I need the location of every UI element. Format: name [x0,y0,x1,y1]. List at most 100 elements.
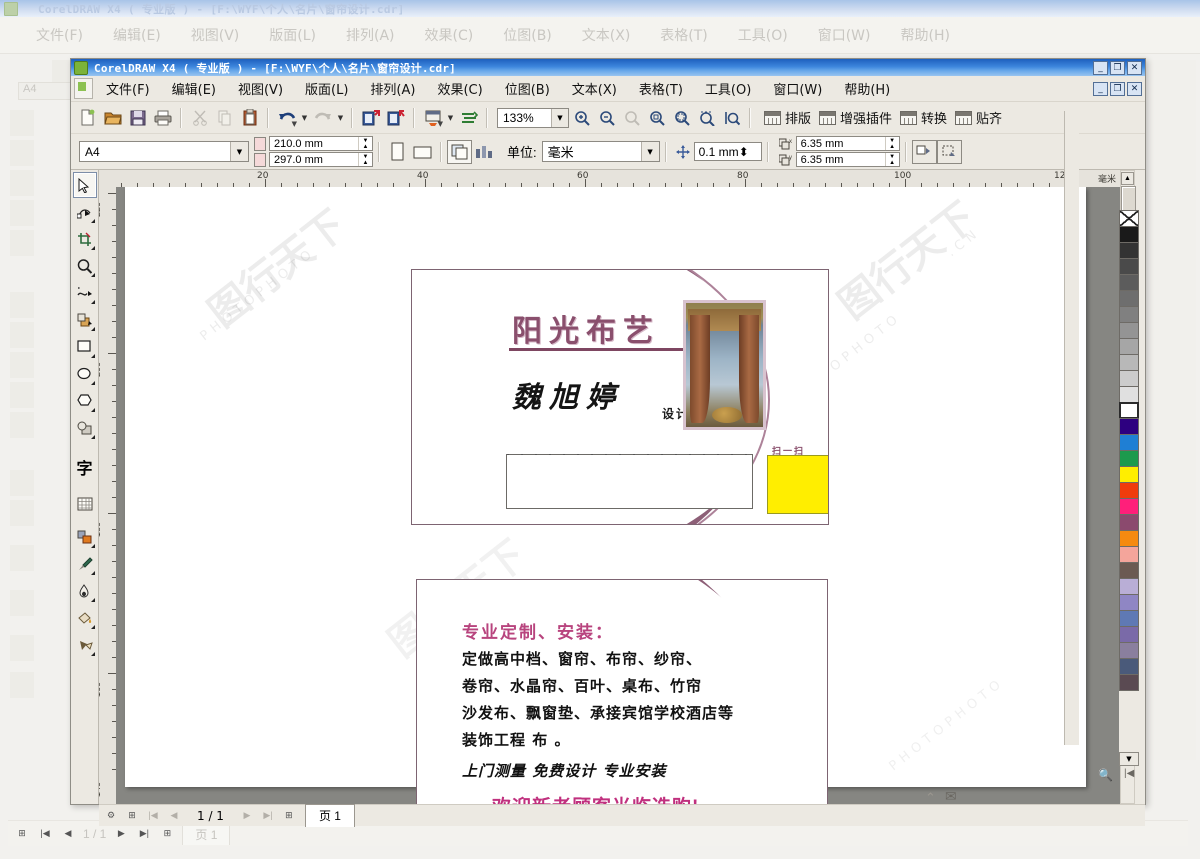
plugin-convert-button[interactable]: 转换 [900,108,947,127]
bleed-x-spinner[interactable]: ▼ ▲ [884,137,899,150]
palette-swatch-yellow[interactable] [1119,466,1139,483]
business-card-back[interactable]: 专业定制、安装： 定做高中档、窗帘、布帘、纱帘、 卷帘、水晶帘、百叶、桌布、竹帘… [416,579,828,804]
palette-swatch-plum[interactable] [1119,514,1139,531]
table-tool[interactable] [73,491,97,517]
zoom-actual-size-button[interactable] [619,106,644,130]
snap-to-objects-button[interactable] [936,139,962,164]
document-page[interactable]: 图行天下 PHOTOPHOTO 图行天下 PHOTOPHOTO .CN 图行天下… [125,187,1086,804]
plugin-layout-button[interactable]: 排版 [764,108,811,127]
palette-swatch-navy[interactable] [1119,658,1139,675]
undo-button[interactable]: ▼ [274,106,299,130]
paper-size-dropdown-arrow-icon[interactable]: ▼ [230,142,248,161]
redo-history-dropdown[interactable]: ▼ [335,106,346,130]
page-height-input[interactable]: 297.0 mm ▼ ▲ [269,152,373,167]
zoom-status-icon[interactable]: 🔍 [1098,768,1113,782]
rectangle-flyout-arrow-icon[interactable] [90,354,95,358]
last-page-button[interactable]: ▶| [260,808,276,824]
palette-swatch-periwinkle[interactable] [1119,594,1139,611]
document-control-icon[interactable] [74,78,93,99]
palette-swatch-violet[interactable] [1119,418,1139,435]
card-contact-text-frame[interactable] [506,454,753,509]
smart-fill-flyout-arrow-icon[interactable] [90,327,95,331]
insert-page-before-button[interactable]: ⊞ [124,808,140,824]
palette-swatch-1[interactable] [1119,226,1139,243]
scroll-up-arrow-icon[interactable]: ▲ [1121,172,1134,185]
crop-tool-flyout-arrow-icon[interactable] [90,246,95,250]
palette-swatch-6[interactable] [1119,306,1139,323]
export-button[interactable] [383,106,408,130]
interactive-fill-flyout-arrow-icon[interactable] [90,652,95,656]
unit-combo[interactable]: 毫米 ▼ [541,141,660,162]
bleed-y-spinner[interactable]: ▼ ▲ [884,153,899,166]
zoom-to-page-width-button[interactable] [719,106,744,130]
qr-code-placeholder[interactable] [767,455,828,514]
launcher-dropdown-arrow-icon[interactable]: ▼ [438,120,443,128]
basic-shapes-flyout-arrow-icon[interactable] [90,435,95,439]
zoom-tool[interactable] [73,253,97,279]
document-close-button[interactable]: ✕ [1127,81,1142,96]
zoom-level-combo[interactable]: 133% ▼ [497,107,569,128]
bleed-x-input[interactable]: 6.35 mm ▼ ▲ [795,136,900,151]
paste-button[interactable] [237,106,262,130]
menu-item-bitmap[interactable]: 位图(B) [496,77,559,100]
palette-swatch-7[interactable] [1119,322,1139,339]
menu-item-effects[interactable]: 效果(C) [428,77,491,100]
menu-item-file[interactable]: 文件(F) [97,77,159,100]
next-page-button[interactable]: ▶ [239,808,255,824]
palette-swatch-purple[interactable] [1119,626,1139,643]
palette-swatch-5[interactable] [1119,290,1139,307]
palette-swatch-orange[interactable] [1119,530,1139,547]
eyedropper-flyout-arrow-icon[interactable] [90,571,95,575]
ellipse-tool[interactable] [73,361,97,387]
zoom-to-selection-button[interactable] [644,106,669,130]
palette-swatch-8[interactable] [1119,338,1139,355]
unit-dropdown-arrow-icon[interactable]: ▼ [640,142,659,161]
polygon-tool[interactable] [73,388,97,414]
zoom-out-button[interactable] [594,106,619,130]
minimize-button[interactable]: _ [1093,60,1108,75]
palette-no-color[interactable] [1119,210,1139,227]
all-pages-button[interactable] [447,139,472,164]
undo-history-dropdown[interactable]: ▼ [299,106,310,130]
palette-swatch-2[interactable] [1119,242,1139,259]
first-page-button[interactable]: |◀ [145,808,161,824]
page-settings-icon[interactable]: ⚙ [103,808,119,824]
rectangle-tool[interactable] [73,334,97,360]
import-button[interactable] [358,106,383,130]
polygon-flyout-arrow-icon[interactable] [90,408,95,412]
zoom-tool-flyout-arrow-icon[interactable] [90,273,95,277]
insert-page-after-button[interactable]: ⊞ [281,808,297,824]
crop-tool[interactable] [73,226,97,252]
horizontal-ruler[interactable]: 20 40 60 80 100 120 140 160 180 200 [116,170,1120,188]
basic-shapes-tool[interactable] [73,415,97,441]
blend-tool[interactable] [73,524,97,550]
palette-swatch-11[interactable] [1119,386,1139,403]
docker-collapse-strip[interactable] [1064,111,1079,745]
color-palette[interactable] [1119,210,1141,766]
palette-swatch-salmon[interactable] [1119,546,1139,563]
business-card-front[interactable]: 阳光布艺 魏旭婷 设计师 扫一扫 [411,269,829,525]
corel-online-button[interactable] [456,106,481,130]
current-page-button[interactable] [472,140,497,164]
page-height-spinner[interactable]: ▼ ▲ [358,153,372,166]
bleed-y-input[interactable]: 6.35 mm ▼ ▲ [795,152,900,167]
plugin-snap-button[interactable]: 贴齐 [955,108,1002,127]
outline-flyout-arrow-icon[interactable] [90,598,95,602]
undo-dropdown-arrow-icon[interactable]: ▼ [292,120,297,128]
palette-swatch-4[interactable] [1119,274,1139,291]
drawing-canvas[interactable]: 图行天下 PHOTOPHOTO 图行天下 PHOTOPHOTO .CN 图行天下… [116,187,1120,804]
palette-swatch-10[interactable] [1119,370,1139,387]
curtain-photo-image[interactable] [683,300,766,430]
menu-item-view[interactable]: 视图(V) [229,77,292,100]
palette-swatch-lavender[interactable] [1119,578,1139,595]
save-button[interactable] [125,106,150,130]
shape-tool[interactable] [73,199,97,225]
shape-tool-flyout-arrow-icon[interactable] [90,219,95,223]
palette-swatch-mauve[interactable] [1119,642,1139,659]
zoom-to-page-button[interactable] [694,106,719,130]
copy-button[interactable] [212,106,237,130]
palette-swatch-pink[interactable] [1119,498,1139,515]
palette-swatch-steel[interactable] [1119,610,1139,627]
freehand-tool-flyout-arrow-icon[interactable] [90,300,95,304]
menu-item-text[interactable]: 文本(X) [563,77,626,100]
